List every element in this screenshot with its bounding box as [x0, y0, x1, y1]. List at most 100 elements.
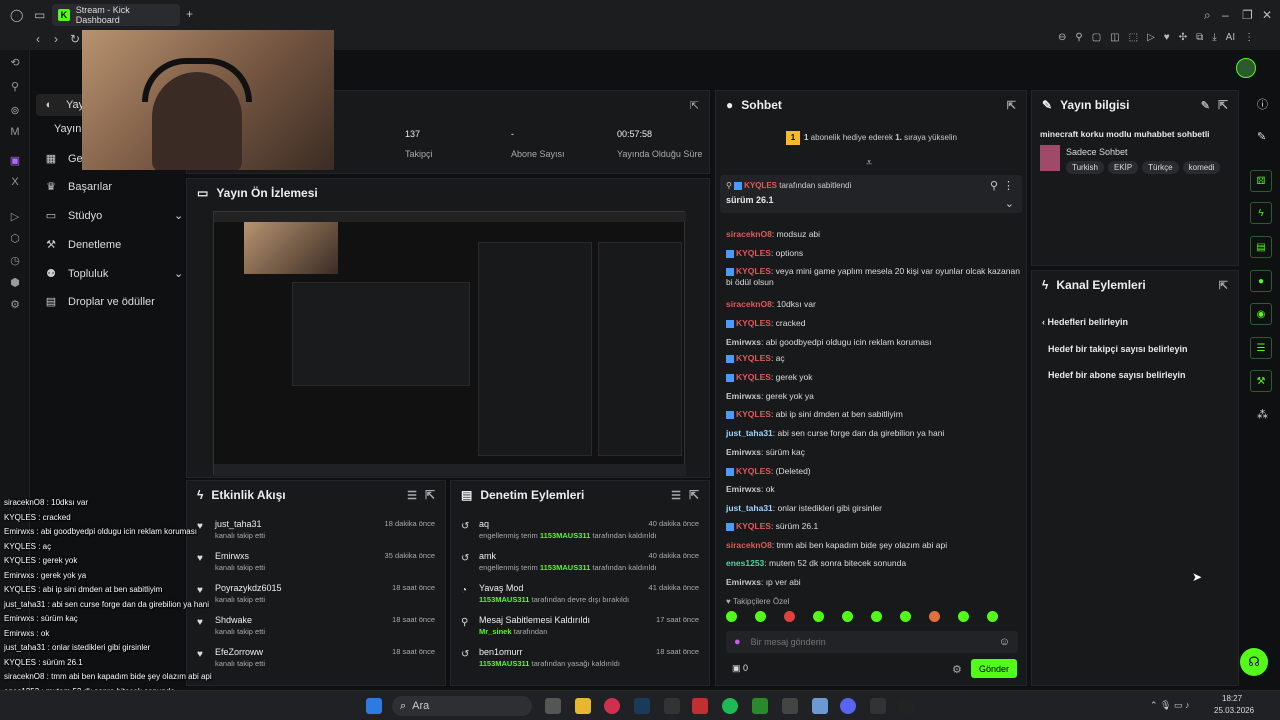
apps-icon[interactable]: ⁂: [1257, 408, 1268, 421]
history-icon[interactable]: ⟲: [8, 56, 22, 70]
chat-username[interactable]: Emirwxs: [726, 484, 761, 494]
mod-user[interactable]: 1153MAUS311: [479, 659, 529, 668]
list-icon[interactable]: ☰: [1250, 337, 1272, 359]
chat-input[interactable]: [750, 637, 989, 647]
clock-icon[interactable]: ⊚: [8, 104, 22, 118]
sidebar-item-denetleme[interactable]: ⚒ Denetleme: [44, 238, 121, 252]
cube-icon[interactable]: ⬡: [8, 232, 22, 246]
points[interactable]: ▣ 0: [732, 663, 748, 674]
pinned-user[interactable]: KYQLES: [744, 181, 777, 190]
emote-icon[interactable]: [842, 611, 853, 622]
support-icon[interactable]: ☊: [1240, 648, 1268, 676]
filter-icon[interactable]: ☰: [407, 489, 417, 502]
browser-logo-icon[interactable]: ◯: [10, 8, 23, 22]
chat-username[interactable]: Emirwxs: [726, 391, 761, 401]
chat-username[interactable]: KYQLES: [736, 266, 771, 276]
emote-icon[interactable]: [987, 611, 998, 622]
pinned-message[interactable]: ⚲ KYQLES tarafından sabitlendi sürüm 26.…: [720, 175, 1022, 213]
dice-icon[interactable]: ⚄: [1250, 170, 1272, 192]
app-icon[interactable]: [692, 698, 708, 714]
broadcast-icon[interactable]: ◉: [1250, 303, 1272, 325]
sidebar-item-topluluk[interactable]: ⚉ Topluluk ⌄: [44, 267, 183, 281]
taskbar-search[interactable]: ⌕ Ara: [392, 696, 532, 716]
play-icon[interactable]: ▷: [1147, 32, 1155, 43]
chat-username[interactable]: KYQLES: [736, 409, 771, 419]
chat-username[interactable]: KYQLES: [736, 466, 771, 476]
chat-username[interactable]: KYQLES: [736, 372, 771, 382]
emote-icon[interactable]: [755, 611, 766, 622]
chat-username[interactable]: enes1253: [726, 558, 764, 568]
search-icon[interactable]: ⌕: [1204, 8, 1211, 23]
download-icon[interactable]: ⤓: [1212, 32, 1216, 43]
minimize-icon[interactable]: –: [1222, 8, 1229, 22]
chat-username[interactable]: Emirwxs: [726, 447, 761, 457]
discord-icon[interactable]: [840, 698, 856, 714]
more-icon[interactable]: ⋮: [1003, 179, 1014, 192]
emoji-icon[interactable]: ☺: [999, 636, 1010, 648]
emote-icon[interactable]: [726, 611, 737, 622]
collapse-icon[interactable]: ⩡: [866, 157, 872, 170]
chat-username[interactable]: siraceknO8: [726, 299, 772, 309]
emote-icon[interactable]: [784, 611, 795, 622]
chat-username[interactable]: Emirwxs: [726, 337, 761, 347]
spotify-icon[interactable]: [722, 698, 738, 714]
app-icon[interactable]: [870, 698, 886, 714]
chat-icon[interactable]: ●: [1250, 270, 1272, 292]
chat-username[interactable]: just_taha31: [726, 503, 773, 513]
emote-icon[interactable]: [929, 611, 940, 622]
back-button[interactable]: ‹ Hedefleri belirleyin: [1042, 317, 1128, 327]
m-icon[interactable]: M: [8, 126, 22, 140]
sidebar-item-yayin-sub[interactable]: Yayın: [54, 123, 81, 135]
pin-icon[interactable]: ⚲: [990, 179, 998, 192]
tag[interactable]: EKİP: [1107, 161, 1139, 174]
emote-icon[interactable]: [958, 611, 969, 622]
menu-icon[interactable]: ⋮: [1244, 32, 1254, 43]
settings-icon[interactable]: ⚙: [8, 298, 22, 312]
windows-icon[interactable]: [366, 698, 382, 714]
zoom-icon[interactable]: ⊖: [1058, 32, 1066, 43]
bolt-icon[interactable]: ϟ: [1250, 202, 1272, 224]
settings-icon[interactable]: [812, 698, 828, 714]
heart-icon[interactable]: ♥: [1164, 32, 1170, 43]
pencil-icon[interactable]: ✎: [1257, 130, 1266, 143]
emote-icon[interactable]: [813, 611, 824, 622]
info-icon[interactable]: ⓘ: [1257, 96, 1268, 112]
chat-username[interactable]: siraceknO8: [726, 229, 772, 239]
epic-icon[interactable]: [664, 698, 680, 714]
steam-icon[interactable]: [634, 698, 650, 714]
chat-username[interactable]: KYQLES: [736, 318, 771, 328]
xbox-icon[interactable]: [752, 698, 768, 714]
puzzle-icon[interactable]: ✣: [1179, 32, 1187, 43]
explorer-icon[interactable]: [575, 698, 591, 714]
tabs-icon[interactable]: ▭: [34, 8, 45, 22]
recent-icon[interactable]: ◷: [8, 254, 22, 268]
forward-icon[interactable]: ›: [54, 32, 58, 46]
expand-icon[interactable]: ⇱: [425, 488, 435, 502]
play-circle-icon[interactable]: ▷: [8, 210, 22, 224]
avatar[interactable]: [1236, 58, 1256, 78]
document-icon[interactable]: ▤: [1250, 236, 1272, 258]
settings-icon[interactable]: ⚙: [952, 663, 962, 676]
expand-icon[interactable]: ⇱: [689, 488, 699, 502]
tag[interactable]: Turkish: [1066, 161, 1104, 174]
emote-icon[interactable]: [871, 611, 882, 622]
emote-icon[interactable]: [900, 611, 911, 622]
app-icon[interactable]: [782, 698, 798, 714]
new-tab-icon[interactable]: +: [186, 7, 193, 21]
chat-username[interactable]: KYQLES: [736, 353, 771, 363]
mod-user[interactable]: Mr_sinek: [479, 627, 512, 636]
chat-username[interactable]: siraceknO8: [726, 540, 772, 550]
sidebar-item-droplar[interactable]: ▤ Droplar ve ödüller: [44, 295, 155, 309]
twitch-icon[interactable]: ▣: [8, 154, 22, 168]
chat-username[interactable]: just_taha31: [726, 428, 773, 438]
chat-username[interactable]: KYQLES: [736, 521, 771, 531]
send-button[interactable]: Gönder: [971, 659, 1017, 678]
tab-icon[interactable]: ⧉: [1196, 32, 1203, 43]
expand-icon[interactable]: ⇱: [1219, 279, 1228, 292]
x-icon[interactable]: X: [8, 176, 22, 190]
category-name[interactable]: Sadece Sohbet: [1066, 147, 1128, 157]
extension-icon[interactable]: ⬚: [1129, 32, 1138, 43]
taskview-icon[interactable]: [545, 698, 561, 714]
expand-icon[interactable]: ⇱: [1007, 99, 1016, 112]
layers-icon[interactable]: ⬢: [8, 276, 22, 290]
